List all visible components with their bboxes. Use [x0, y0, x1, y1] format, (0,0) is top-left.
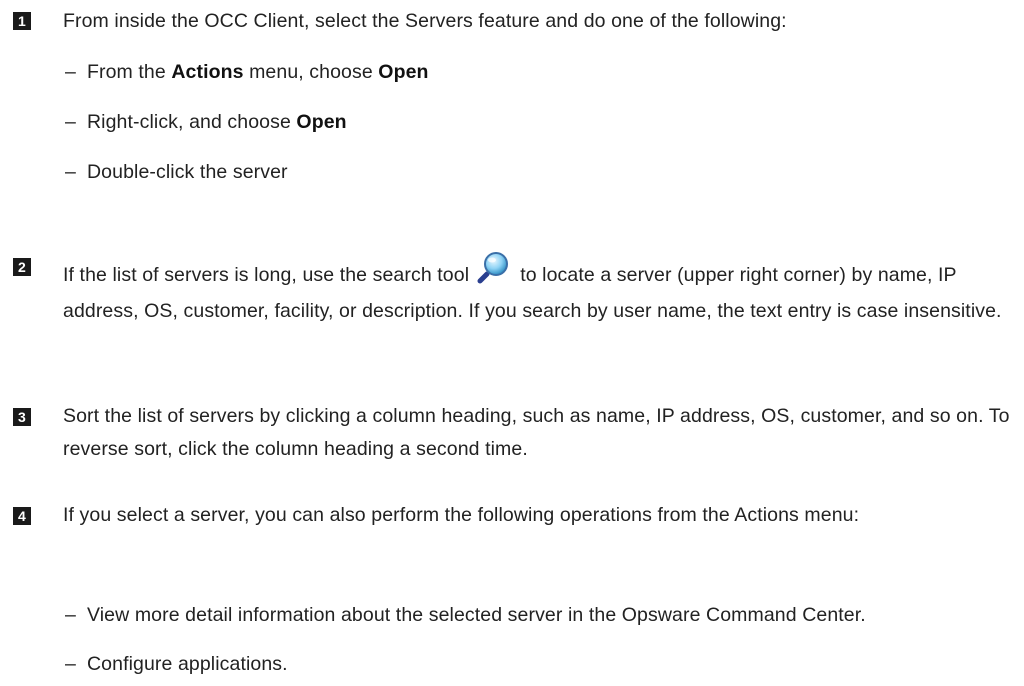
step-1-option-3: – Double-click the server [65, 161, 288, 183]
open-command-label: Open [296, 111, 347, 133]
actions-menu-label: Actions [171, 61, 244, 83]
step-number-2: 2 [13, 258, 31, 276]
step-2-text: If the list of servers is long, use the … [63, 250, 1011, 328]
step-4-text: If you select a server, you can also per… [63, 504, 860, 526]
search-icon [477, 250, 511, 295]
step-number-4: 4 [13, 507, 31, 525]
step-1-option-2: – Right-click, and choose Open [65, 111, 347, 133]
step-1-text: From inside the OCC Client, select the S… [63, 10, 787, 32]
step-3-text: Sort the list of servers by clicking a c… [63, 405, 1010, 460]
step-number-1: 1 [13, 12, 31, 30]
step-4-item-1: – View more detail information about the… [65, 604, 866, 626]
step-1-option-1: – From the Actions menu, choose Open [65, 61, 429, 83]
step-number-3: 3 [13, 408, 31, 426]
open-command-label: Open [378, 61, 429, 83]
step-4-item-2: – Configure applications. [65, 653, 288, 675]
